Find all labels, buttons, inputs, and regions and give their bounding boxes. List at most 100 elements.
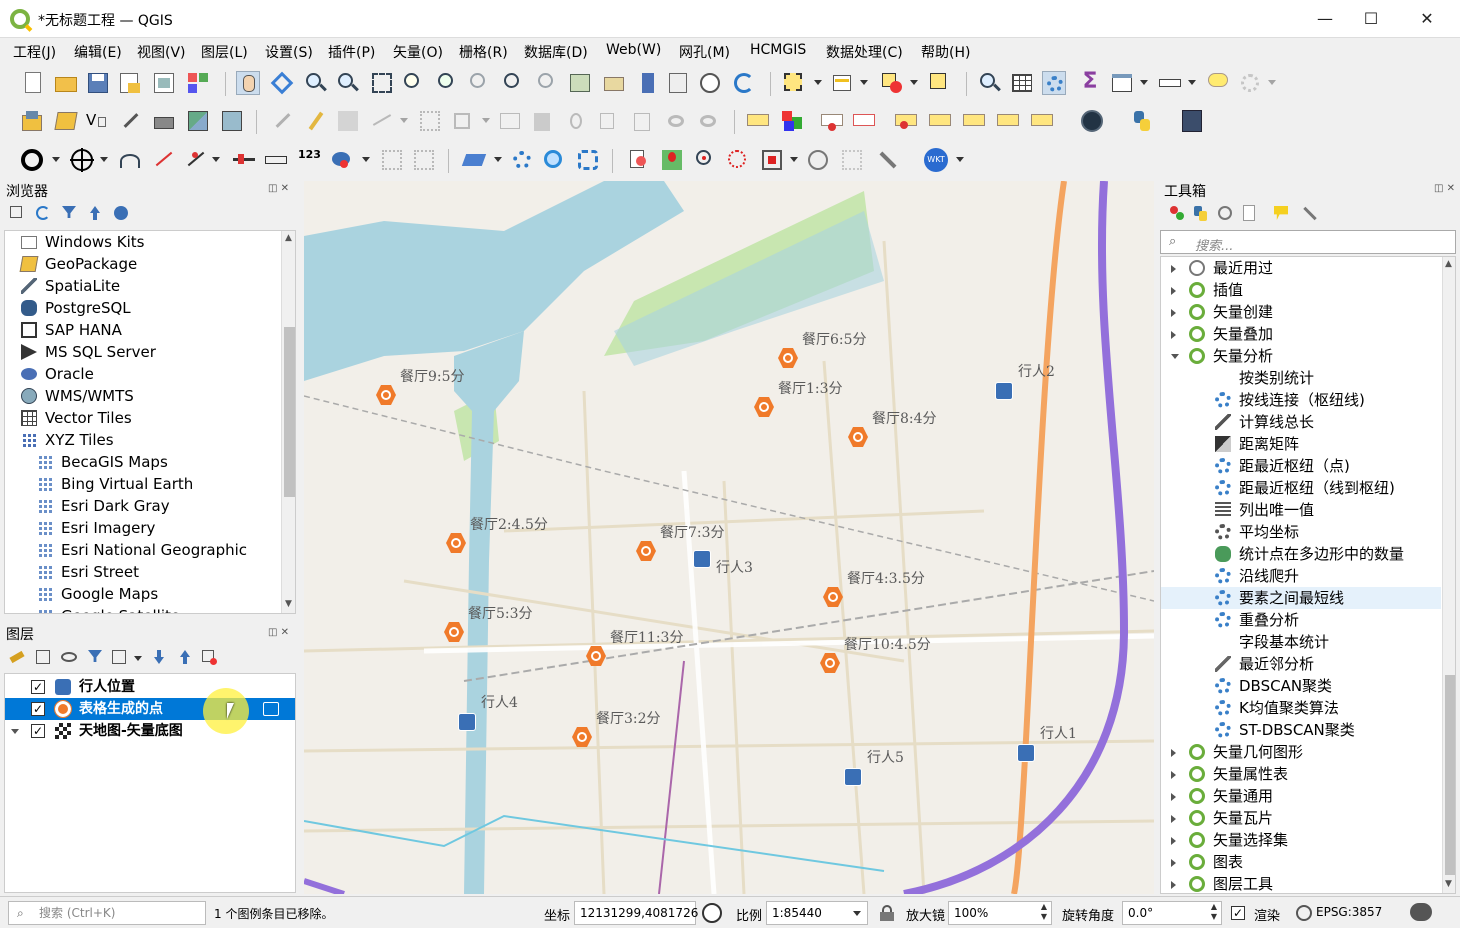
add-raster-layer-icon[interactable]	[186, 109, 210, 133]
chevron-right-icon[interactable]	[1171, 771, 1176, 779]
chevron-down-icon[interactable]	[11, 729, 19, 734]
layer-visibility-checkbox[interactable]: ✓	[31, 702, 45, 716]
attribute-form-icon[interactable]	[1110, 71, 1134, 95]
manage-map-themes-icon[interactable]	[60, 648, 78, 666]
browser-item[interactable]: SpatiaLite	[5, 275, 279, 297]
redo-icon[interactable]	[696, 109, 720, 133]
labels-toolbar-icon[interactable]	[746, 109, 770, 133]
browser-item[interactable]: Windows Kits	[5, 231, 279, 253]
rotation-field[interactable]: 0.0° ▲ ▼	[1122, 901, 1222, 925]
toolbox-item[interactable]: 距最近枢纽（线到枢纽)	[1161, 477, 1441, 499]
edit-table-icon[interactable]	[498, 109, 522, 133]
toolbox-item[interactable]: K均值聚类算法	[1161, 697, 1441, 719]
zoom-next-icon[interactable]	[536, 71, 560, 95]
snapping-icon[interactable]	[20, 148, 44, 172]
menu-view[interactable]: 视图(V)	[137, 42, 186, 62]
globe-plugin-icon[interactable]	[1080, 109, 1104, 133]
toolbox-item[interactable]: 图表	[1161, 851, 1441, 873]
paste-features-icon[interactable]	[630, 109, 654, 133]
offset-curve-icon[interactable]	[264, 148, 288, 172]
chevron-right-icon[interactable]	[1171, 837, 1176, 845]
data-source-manager-icon[interactable]	[20, 109, 44, 133]
zoom-last-icon[interactable]	[502, 71, 526, 95]
statistics-sigma-icon[interactable]: Σ	[1078, 71, 1102, 95]
toolbox-item[interactable]: 距最近枢纽（点)	[1161, 455, 1441, 477]
locator-settings-icon[interactable]	[1238, 71, 1262, 95]
open-project-icon[interactable]	[54, 71, 78, 95]
maximize-button[interactable]: ☐	[1348, 4, 1394, 34]
toolbox-item[interactable]: 矢量选择集	[1161, 829, 1441, 851]
curve-digitize-icon[interactable]	[118, 148, 142, 172]
chevron-right-icon[interactable]	[1171, 287, 1176, 295]
toolbox-scroll-thumb[interactable]	[1445, 675, 1455, 875]
expand-all-icon[interactable]	[150, 648, 168, 666]
zoom-in-icon[interactable]	[304, 71, 328, 95]
web-globe-icon[interactable]	[806, 148, 830, 172]
digitize-icon[interactable]	[118, 109, 142, 133]
menu-raster[interactable]: 栅格(R)	[459, 42, 508, 62]
bounding-box-icon[interactable]	[760, 148, 784, 172]
scripts-icon[interactable]	[1192, 204, 1210, 222]
new-geopackage-layer-icon[interactable]	[54, 109, 78, 133]
browser-item[interactable]: BecaGIS Maps	[5, 451, 279, 473]
browser-item[interactable]: Esri Street	[5, 561, 279, 583]
delete-selected-icon[interactable]	[530, 109, 554, 133]
python-console-icon[interactable]	[1130, 109, 1154, 133]
toolbox-item[interactable]: 计算线总长	[1161, 411, 1441, 433]
menu-settings[interactable]: 设置(S)	[265, 42, 313, 62]
layer-styling-icon[interactable]	[461, 148, 487, 172]
menu-help[interactable]: 帮助(H)	[921, 42, 970, 62]
new-print-layout-icon[interactable]	[118, 71, 142, 95]
toolbox-item[interactable]: 字段基本统计	[1161, 631, 1441, 653]
pan-map-icon[interactable]	[236, 71, 260, 95]
menu-project[interactable]: 工程(J)	[13, 42, 56, 62]
pin-point-icon[interactable]	[660, 148, 684, 172]
toolbox-item[interactable]: ST-DBSCAN聚类	[1161, 719, 1441, 741]
browser-item[interactable]: GeoPackage	[5, 253, 279, 275]
zoom-out-icon[interactable]	[336, 71, 360, 95]
chevron-down-icon[interactable]	[1171, 354, 1179, 359]
toolbox-item[interactable]: 列出唯一值	[1161, 499, 1441, 521]
refresh-icon[interactable]	[732, 71, 756, 95]
search-features-icon[interactable]	[542, 148, 566, 172]
new-project-icon[interactable]	[22, 71, 46, 95]
save-edits-icon[interactable]	[336, 109, 360, 133]
show-bookmarks-icon[interactable]	[666, 71, 690, 95]
crs-globe-icon[interactable]	[1296, 905, 1312, 921]
results-viewer-icon[interactable]	[1240, 204, 1258, 222]
crs-label[interactable]: EPSG:3857	[1316, 905, 1382, 919]
toolbox-item[interactable]: 距离矩阵	[1161, 433, 1441, 455]
undo-icon[interactable]	[664, 109, 688, 133]
toolbox-item[interactable]: 矢量创建	[1161, 301, 1441, 323]
menu-layer[interactable]: 图层(L)	[201, 42, 248, 62]
chevron-right-icon[interactable]	[1171, 331, 1176, 339]
collapse-all-icon[interactable]	[86, 204, 104, 222]
add-selected-layers-icon[interactable]	[8, 204, 26, 222]
browser-item[interactable]: SAP HANA	[5, 319, 279, 341]
numeric-entry-icon[interactable]: 123	[298, 148, 322, 172]
shape-digitize-icon[interactable]	[330, 148, 354, 172]
embedded-widget-icon[interactable]	[263, 702, 279, 716]
close-button[interactable]: ✕	[1404, 4, 1450, 34]
browser-item[interactable]: Vector Tiles	[5, 407, 279, 429]
pan-to-selection-icon[interactable]	[270, 71, 294, 95]
magnifier-field[interactable]: 100% ▲ ▼	[948, 901, 1052, 925]
new-3d-map-icon[interactable]	[602, 71, 626, 95]
edit-features-in-place-icon[interactable]	[1272, 204, 1290, 222]
label-pin-icon[interactable]	[820, 109, 844, 133]
chevron-right-icon[interactable]	[1171, 881, 1176, 889]
zoom-point-icon[interactable]	[694, 148, 718, 172]
toolbox-item[interactable]: 按线连接（枢纽线)	[1161, 389, 1441, 411]
browser-item[interactable]: Bing Virtual Earth	[5, 473, 279, 495]
new-virtual-layer-icon[interactable]	[152, 109, 176, 133]
reshape-features-icon[interactable]	[232, 148, 256, 172]
toolbox-search-input[interactable]: ⌕ 搜索...	[1160, 230, 1456, 254]
browser-item[interactable]: MS SQL Server	[5, 341, 279, 363]
zoom-full-icon[interactable]	[370, 71, 394, 95]
menu-database[interactable]: 数据库(D)	[524, 42, 588, 62]
chevron-right-icon[interactable]	[1171, 859, 1176, 867]
render-checkbox[interactable]: ✓	[1231, 906, 1245, 920]
toolbox-item[interactable]: 沿线爬升	[1161, 565, 1441, 587]
new-shapefile-layer-icon[interactable]: V	[86, 109, 110, 133]
properties-info-icon[interactable]	[112, 204, 130, 222]
